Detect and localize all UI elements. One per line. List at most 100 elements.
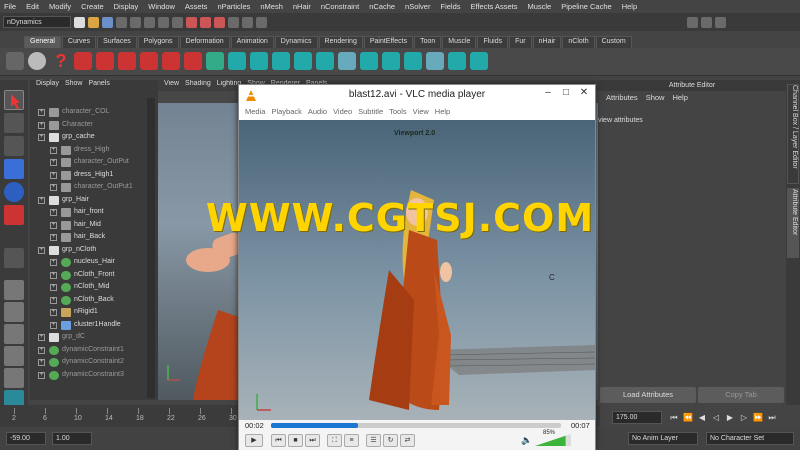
ncloth-icon-6[interactable]: [448, 52, 466, 70]
menu-pipeline-cache[interactable]: Pipeline Cache: [561, 2, 611, 11]
menu-assets[interactable]: Assets: [185, 2, 208, 11]
render-icon[interactable]: [228, 16, 239, 28]
layout-outliner-icon[interactable]: [4, 346, 24, 366]
nhair-icon-6[interactable]: [316, 52, 334, 70]
previous-button[interactable]: ⏮: [271, 434, 286, 447]
play-forward-icon[interactable]: ▶: [724, 412, 736, 424]
snap-curve-icon[interactable]: [172, 16, 183, 28]
end-frame-field[interactable]: 175.00: [612, 411, 662, 424]
expand-icon[interactable]: +: [38, 371, 45, 379]
vlc-menu-audio[interactable]: Audio: [308, 107, 327, 116]
save-scene-icon[interactable]: [102, 16, 113, 28]
shelf-tab-general[interactable]: General: [24, 36, 61, 48]
outliner-item[interactable]: + character_COL: [30, 106, 148, 119]
volume-icon[interactable]: 🔈: [521, 435, 532, 446]
step-back-key-icon[interactable]: ⏪: [682, 412, 694, 424]
nhair-icon-4[interactable]: [272, 52, 290, 70]
menu-set-dropdown[interactable]: nDynamics: [3, 16, 71, 28]
menu-create[interactable]: Create: [81, 2, 104, 11]
expand-icon[interactable]: +: [38, 246, 45, 254]
shelf-tab-toon[interactable]: Toon: [414, 36, 442, 48]
layout-four-icon[interactable]: [4, 302, 24, 322]
show-manipulator-icon[interactable]: [4, 248, 24, 268]
nhair-icon-2[interactable]: [228, 52, 246, 70]
menu-fields[interactable]: Fields: [440, 2, 460, 11]
select-object-icon[interactable]: [130, 16, 141, 28]
channel-box-tab[interactable]: Channel Box / Layer Editor: [787, 84, 799, 184]
dynamics-icon-5[interactable]: [162, 52, 180, 70]
vlc-menu-view[interactable]: View: [413, 107, 429, 116]
expand-icon[interactable]: +: [38, 359, 45, 366]
dynamics-icon-1[interactable]: [74, 52, 92, 70]
shelf-tab-deformation[interactable]: Deformation: [179, 36, 230, 48]
maximize-icon[interactable]: □: [559, 87, 573, 101]
expand-icon[interactable]: +: [38, 121, 45, 129]
vlc-menu-playback[interactable]: Playback: [271, 107, 301, 116]
vlc-menu-video[interactable]: Video: [333, 107, 352, 116]
layout-side-icon[interactable]: [4, 324, 24, 344]
step-forward-key-icon[interactable]: ⏩: [752, 412, 764, 424]
menu-effects-assets[interactable]: Effects Assets: [471, 2, 518, 11]
move-tool-icon[interactable]: [4, 159, 24, 179]
menu-nparticles[interactable]: nParticles: [217, 2, 250, 11]
expand-icon[interactable]: +: [50, 321, 57, 329]
outliner-item[interactable]: + nCloth_Back: [30, 294, 148, 307]
render-settings-icon[interactable]: [256, 16, 267, 28]
shelf-tab-custom[interactable]: Custom: [595, 36, 632, 48]
ncloth-icon-7[interactable]: [470, 52, 488, 70]
expand-icon[interactable]: +: [50, 146, 57, 154]
menu-ncache[interactable]: nCache: [369, 2, 395, 11]
random-button[interactable]: ⇄: [400, 434, 415, 447]
toggle-panel-icon[interactable]: [701, 16, 712, 28]
play-button[interactable]: ▶: [245, 434, 263, 447]
expand-icon[interactable]: +: [38, 334, 45, 341]
shelf-tab-fur[interactable]: Fur: [509, 36, 532, 48]
menu-nhair[interactable]: nHair: [293, 2, 311, 11]
attr-menu-help[interactable]: Help: [672, 93, 687, 102]
expand-icon[interactable]: +: [50, 171, 57, 179]
outliner-scrollbar[interactable]: [147, 98, 155, 398]
shelf-tab-animation[interactable]: Animation: [230, 36, 274, 48]
shelf-tab-surfaces[interactable]: Surfaces: [97, 36, 137, 48]
expand-icon[interactable]: +: [50, 284, 57, 291]
loop-button[interactable]: ↻: [383, 434, 398, 447]
paint-select-tool-icon[interactable]: [4, 136, 24, 156]
shelf-tab-dynamics[interactable]: Dynamics: [274, 36, 318, 48]
outliner-item[interactable]: + character_OutPut: [30, 156, 148, 169]
expand-icon[interactable]: +: [38, 346, 45, 354]
expand-icon[interactable]: +: [38, 109, 45, 116]
outliner-item[interactable]: + nCloth_Mid: [30, 281, 148, 294]
expand-icon[interactable]: +: [50, 184, 57, 191]
dynamics-icon-3[interactable]: [118, 52, 136, 70]
current-start-field[interactable]: -59.00: [6, 432, 46, 445]
snap-grid-icon[interactable]: [158, 16, 169, 28]
outliner-menu-panels[interactable]: Panels: [88, 80, 109, 91]
expand-icon[interactable]: +: [50, 296, 57, 304]
extended-settings-button[interactable]: ≡: [344, 434, 359, 447]
vlc-menu-help[interactable]: Help: [435, 107, 450, 116]
step-back-icon[interactable]: ◀: [696, 412, 708, 424]
vlc-menu-media[interactable]: Media: [245, 107, 265, 116]
anim-layer-dropdown[interactable]: No Anim Layer: [628, 432, 698, 445]
toggle-attr-icon[interactable]: [715, 16, 726, 28]
outliner-item[interactable]: + dynamicConstraint3: [30, 369, 148, 382]
outliner-item[interactable]: + grp_cache: [30, 131, 148, 144]
select-component-icon[interactable]: [144, 16, 155, 28]
ncloth-icon-4[interactable]: [404, 52, 422, 70]
shelf-tab-polygons[interactable]: Polygons: [137, 36, 179, 48]
dynamics-icon-6[interactable]: [184, 52, 202, 70]
snap-point-icon[interactable]: [186, 16, 197, 28]
nhair-icon-3[interactable]: [250, 52, 268, 70]
outliner-item[interactable]: + character_OutPut1: [30, 181, 148, 194]
select-hierarchy-icon[interactable]: [116, 16, 127, 28]
playlist-button[interactable]: ☰: [366, 434, 381, 447]
menu-help[interactable]: Help: [622, 2, 637, 11]
menu-window[interactable]: Window: [148, 2, 175, 11]
expand-icon[interactable]: +: [50, 309, 57, 316]
layout-single-icon[interactable]: [4, 280, 24, 300]
copy-tab-button[interactable]: Copy Tab: [698, 387, 784, 403]
shelf-tab-muscle[interactable]: Muscle: [442, 36, 477, 48]
go-to-end-icon[interactable]: ⏭: [766, 412, 778, 424]
shelf-tab-rendering[interactable]: Rendering: [318, 36, 363, 48]
layout-graph-icon[interactable]: [4, 368, 24, 388]
